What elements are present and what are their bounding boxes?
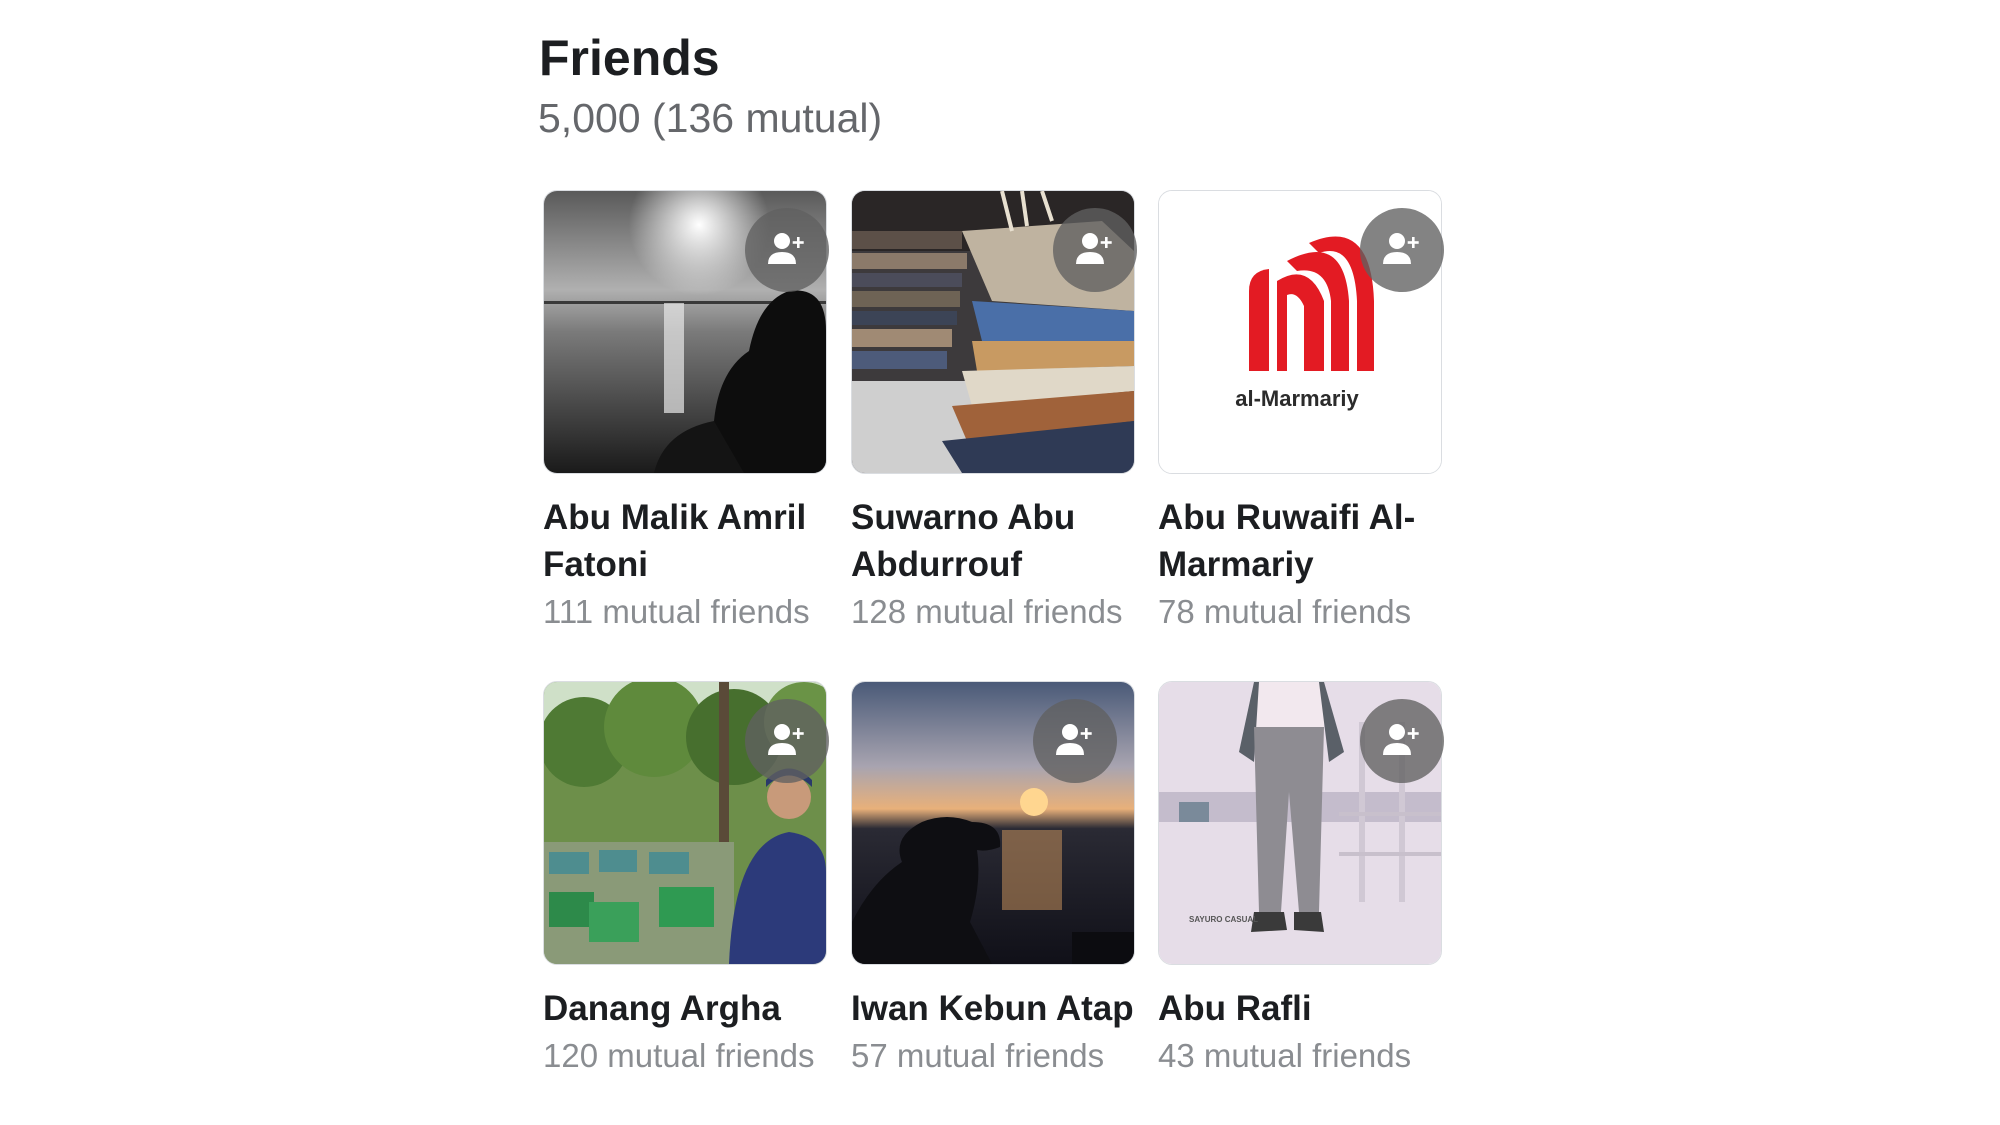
person-plus-icon	[1076, 233, 1112, 264]
svg-text:SAYURO CASUAL: SAYURO CASUAL	[1189, 915, 1258, 924]
add-friend-button[interactable]	[745, 699, 829, 783]
mutual-friends-count[interactable]: 57 mutual friends	[851, 1036, 1104, 1076]
friend-name[interactable]: Suwarno Abu Abdurrouf	[851, 494, 1151, 588]
add-friend-button[interactable]	[1033, 699, 1117, 783]
section-title[interactable]: Friends	[538, 22, 1438, 94]
mutual-friends-count[interactable]: 128 mutual friends	[851, 592, 1123, 632]
person-plus-icon	[768, 724, 804, 755]
friend-name[interactable]: Abu Malik Amril Fatoni	[543, 494, 843, 588]
friend-name[interactable]: Abu Rafli	[1158, 985, 1458, 1032]
mutual-friends-count[interactable]: 43 mutual friends	[1158, 1036, 1411, 1076]
add-friend-button[interactable]	[745, 208, 829, 292]
friends-count: 5,000 (136 mutual)	[538, 95, 883, 141]
add-friend-button[interactable]	[1053, 208, 1137, 292]
friend-name[interactable]: Iwan Kebun Atap	[851, 985, 1151, 1032]
svg-text:al-Marmariy: al-Marmariy	[1235, 386, 1359, 411]
mutual-friends-count[interactable]: 111 mutual friends	[543, 592, 810, 632]
add-friend-button[interactable]	[1360, 208, 1444, 292]
mutual-friends-count[interactable]: 120 mutual friends	[543, 1036, 815, 1076]
person-plus-icon	[1383, 724, 1419, 755]
mutual-friends-count[interactable]: 78 mutual friends	[1158, 592, 1411, 632]
person-plus-icon	[1056, 724, 1092, 755]
add-friend-button[interactable]	[1360, 699, 1444, 783]
friend-name[interactable]: Abu Ruwaifi Al-Marmariy	[1158, 494, 1458, 588]
friend-name[interactable]: Danang Argha	[543, 985, 843, 1032]
person-plus-icon	[1383, 233, 1419, 264]
friends-section: Friends 5,000 (136 mutual)	[538, 22, 1438, 142]
person-plus-icon	[768, 233, 804, 264]
